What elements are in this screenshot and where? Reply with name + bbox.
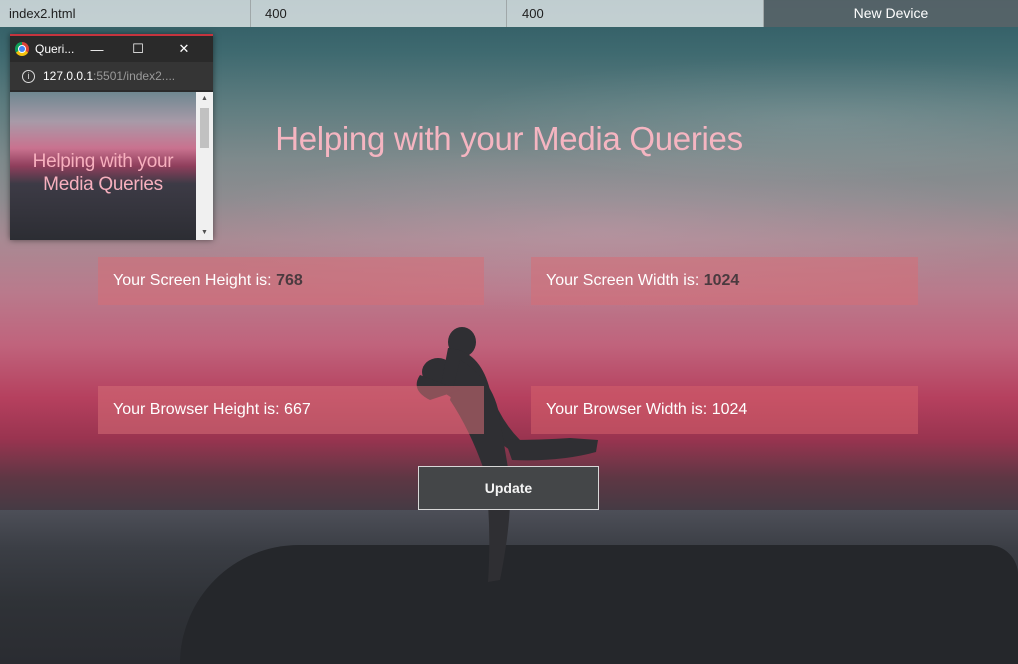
scroll-down-arrow-icon[interactable]: ▼ — [196, 226, 213, 240]
mini-address-bar[interactable]: i 127.0.0.1:5501/index2.... — [10, 62, 213, 90]
browser-height-label: Your Browser Height is: — [113, 401, 285, 418]
screen-height-label: Your Screen Height is: — [113, 272, 277, 289]
filename-field[interactable]: index2.html — [0, 0, 251, 27]
url-path: :5501/index2.... — [93, 69, 176, 83]
close-button[interactable]: ✕ — [161, 41, 207, 57]
chrome-icon — [15, 42, 29, 56]
browser-width-value: 1024 — [711, 401, 748, 418]
browser-height-card: Your Browser Height is: 667 — [98, 386, 484, 434]
screen-width-card: Your Screen Width is: 1024 — [531, 257, 918, 305]
scroll-up-arrow-icon[interactable]: ▲ — [196, 92, 213, 106]
screen-width-value: 1024 — [703, 272, 740, 289]
screen-width-label: Your Screen Width is: — [546, 272, 704, 289]
couple-silhouette — [416, 327, 598, 582]
browser-width-label: Your Browser Width is: — [546, 401, 712, 418]
screen-height-value: 768 — [276, 272, 303, 289]
url-host: 127.0.0.1 — [43, 69, 94, 83]
update-button[interactable]: Update — [418, 466, 599, 510]
maximize-button[interactable]: ☐ — [115, 41, 161, 57]
mini-scrollbar[interactable]: ▲ ▼ — [196, 92, 213, 240]
minimize-button[interactable]: — — [79, 42, 115, 57]
new-device-button[interactable]: New Device — [764, 0, 1018, 27]
mini-window-title: Queri... — [35, 42, 75, 56]
height-field[interactable]: 400 — [507, 0, 764, 27]
info-icon[interactable]: i — [22, 69, 35, 83]
device-toolbar: index2.html 400 400 New Device — [0, 0, 1018, 27]
browser-height-value: 667 — [284, 401, 311, 418]
page-title: Helping with your Media Queries — [275, 120, 743, 157]
mini-viewport: Helping with your Media Queries — [10, 92, 196, 240]
mini-window-titlebar: Queri... — ☐ ✕ — [10, 36, 213, 62]
browser-width-card: Your Browser Width is: 1024 — [531, 386, 918, 434]
screen-height-card: Your Screen Height is: 768 — [98, 257, 484, 305]
width-field[interactable]: 400 — [251, 0, 507, 27]
